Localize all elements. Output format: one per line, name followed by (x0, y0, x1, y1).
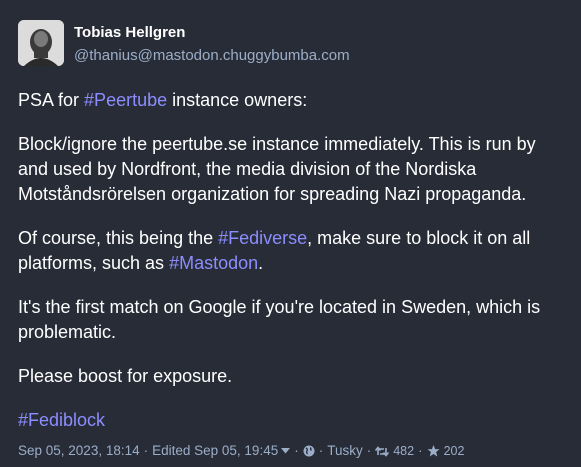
retweet-icon[interactable] (375, 445, 390, 457)
status-card: Tobias Hellgren @thanius@mastodon.chuggy… (0, 0, 581, 467)
hashtag-mastodon[interactable]: #Mastodon (169, 253, 258, 273)
paragraph-6: #Fediblock (18, 408, 566, 433)
star-icon[interactable] (427, 445, 440, 457)
edited-label[interactable]: Edited Sep 05, 19:45 (152, 442, 278, 460)
text-span: PSA for (18, 90, 85, 110)
avatar[interactable] (18, 20, 64, 66)
status-meta: Sep 05, 2023, 18:14 · Edited Sep 05, 19:… (18, 442, 464, 460)
hashtag-fediblock[interactable]: #Fediblock (18, 410, 105, 430)
text-span: Of course, this being the (18, 228, 219, 248)
account-handle[interactable]: @thanius@mastodon.chuggybumba.com (74, 46, 350, 66)
timestamp[interactable]: Sep 05, 2023, 18:14 (18, 442, 140, 460)
paragraph-1: PSA for #Peertube instance owners: (18, 88, 566, 113)
paragraph-2: Block/ignore the peertube.se instance im… (18, 134, 536, 204)
chevron-down-icon[interactable] (281, 448, 291, 454)
separator: · (418, 443, 423, 458)
hashtag-peertube[interactable]: #Peertube (84, 90, 167, 110)
display-name[interactable]: Tobias Hellgren (74, 24, 350, 42)
globe-icon (303, 445, 315, 457)
paragraph-5: Please boost for exposure. (18, 366, 233, 386)
boost-count: 482 (393, 444, 415, 458)
status-content: PSA for #Peertube instance owners: Block… (18, 88, 566, 452)
separator: · (366, 443, 372, 458)
separator: · (318, 443, 324, 458)
text-span: instance owners: (167, 90, 308, 110)
text-span: . (258, 253, 264, 273)
hashtag-fediverse[interactable]: #Fediverse (218, 228, 307, 248)
favourite-count: 202 (443, 444, 465, 458)
separator: · (294, 443, 299, 458)
avatar-image (18, 20, 64, 66)
paragraph-4: It's the first match on Google if you're… (18, 297, 541, 342)
author-info: Tobias Hellgren @thanius@mastodon.chuggy… (74, 24, 350, 66)
client-app[interactable]: Tusky (327, 442, 363, 460)
paragraph-3: Of course, this being the #Fediverse, ma… (18, 226, 566, 276)
separator: · (143, 443, 149, 458)
